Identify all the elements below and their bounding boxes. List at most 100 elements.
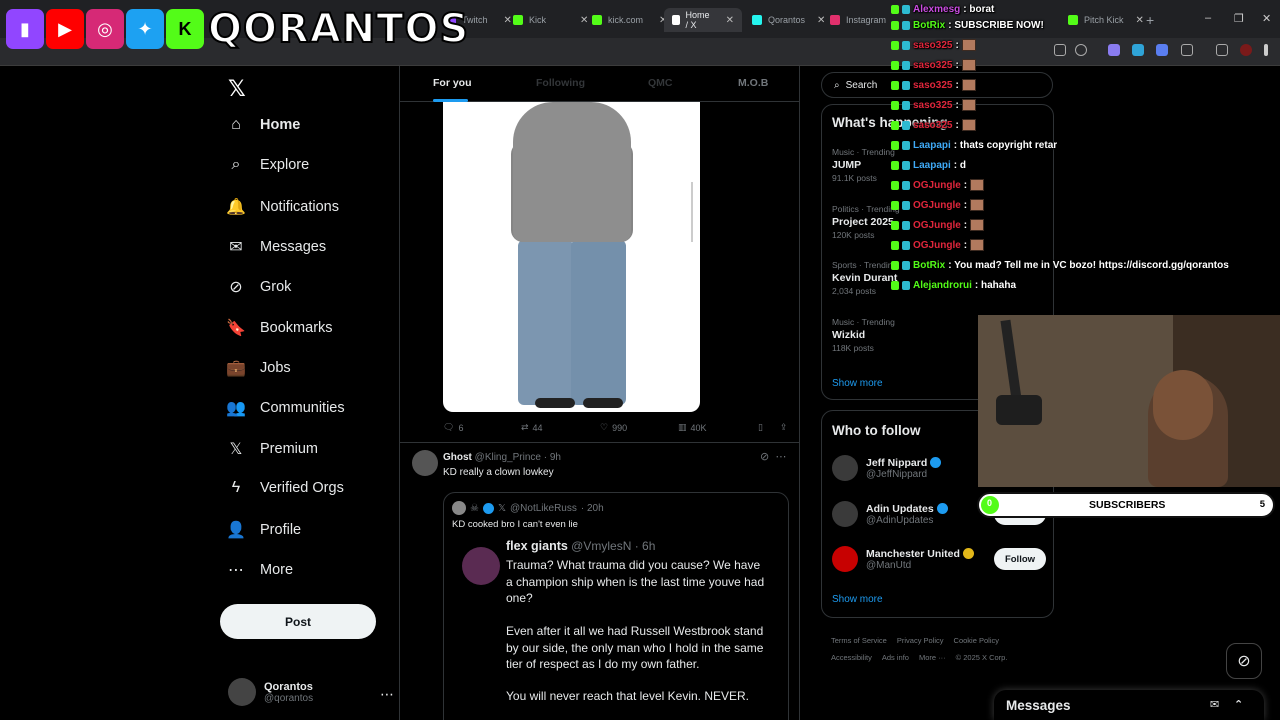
post-button[interactable]: Post: [220, 604, 376, 639]
chat-message-text: : SUBSCRIBE NOW!: [948, 19, 1044, 31]
footer-link[interactable]: More ···: [919, 653, 946, 662]
footer-link[interactable]: Ads info: [882, 653, 909, 662]
extensions-puzzle-icon[interactable]: [1181, 44, 1193, 56]
grok-analyze-icon[interactable]: ⊘: [760, 451, 769, 463]
chat-username[interactable]: OGJungle: [913, 180, 961, 191]
tab-for-you[interactable]: For you: [433, 77, 472, 89]
chat-username[interactable]: saso325: [913, 40, 952, 51]
nav-item-notifications[interactable]: 🔔 Notifications: [226, 197, 339, 217]
nav-item-communities[interactable]: 👥 Communities: [226, 398, 345, 418]
footer-link[interactable]: Terms of Service: [831, 636, 887, 645]
follow-button[interactable]: Follow: [994, 548, 1046, 570]
nav-item-bookmarks[interactable]: 🔖 Bookmarks: [226, 318, 333, 338]
browser-tab-instagram[interactable]: Instagram: [822, 8, 894, 32]
chat-username[interactable]: OGJungle: [913, 220, 961, 231]
grok-button[interactable]: ⊘: [1226, 643, 1262, 679]
show-more-link[interactable]: Show more: [832, 594, 883, 605]
follow-suggestion[interactable]: Jeff Nippard @JeffNippard: [832, 455, 942, 481]
grok-icon: ⊘: [229, 279, 243, 296]
more-icon[interactable]: ⋯: [775, 451, 786, 463]
chat-username[interactable]: saso325: [913, 120, 952, 131]
quoted-tweet[interactable]: ☠ 𝕏 @NotLikeRuss · 20h KD cooked bro I c…: [443, 492, 789, 720]
expand-icon[interactable]: ⌃: [1234, 698, 1243, 711]
chat-username[interactable]: BotRix: [913, 20, 945, 31]
browser-tab-kick-com[interactable]: kick.com✕: [584, 8, 675, 32]
browser-tab-qorantos[interactable]: Qorantos ✕: [744, 8, 833, 32]
tweet-author-name[interactable]: Ghost: [443, 452, 472, 463]
verified-badge-icon: [936, 503, 948, 515]
chat-badge-icon: [902, 60, 910, 70]
footer-link[interactable]: Accessibility: [831, 653, 872, 662]
account-switcher[interactable]: Qorantos @qorantos ⋯: [228, 678, 394, 706]
lightning-icon: ϟ: [231, 479, 241, 496]
follow-suggestion[interactable]: Manchester United @ManUtd: [832, 546, 974, 572]
heart-icon: ♡: [600, 422, 609, 432]
avatar[interactable]: [412, 450, 438, 476]
chat-username[interactable]: Laapapi: [913, 140, 951, 151]
media-controls-icon[interactable]: [1216, 44, 1228, 56]
nav-item-home[interactable]: ⌂ Home: [226, 116, 300, 134]
chat-message: saso325:: [891, 56, 976, 74]
tweet-time[interactable]: · 9h: [544, 452, 561, 463]
chat-username[interactable]: saso325: [913, 60, 952, 71]
new-message-icon[interactable]: ✉: [1210, 698, 1219, 711]
kick-badge-icon: [891, 260, 899, 270]
nav-item-premium[interactable]: 𝕏 Premium: [226, 439, 318, 459]
repost-button[interactable]: ⇄ 44: [521, 422, 543, 433]
chat-username[interactable]: saso325: [913, 100, 952, 111]
chat-username[interactable]: BotRix: [913, 260, 945, 271]
extension-icon[interactable]: [1132, 44, 1144, 56]
like-button[interactable]: ♡ 990: [600, 422, 627, 433]
profile-avatar-icon[interactable]: [1240, 44, 1252, 56]
tab-following[interactable]: Following: [536, 77, 585, 89]
chat-username[interactable]: Alexmesg: [913, 4, 960, 15]
browser-tab-home-x[interactable]: Home / X ✕: [664, 8, 742, 32]
trend-item[interactable]: Politics · Trending Project 2025 120K po…: [832, 204, 900, 240]
chat-badge-icon: [902, 4, 910, 14]
close-window-icon[interactable]: ✕: [1262, 12, 1271, 25]
chat-username[interactable]: OGJungle: [913, 240, 961, 251]
x-logo-icon[interactable]: 𝕏: [228, 76, 246, 102]
kick-logo-icon: K: [166, 9, 204, 49]
trend-item[interactable]: Music · Trending Wizkid 118K posts: [832, 317, 895, 353]
browser-menu-icon[interactable]: [1264, 44, 1268, 56]
bookmark-icon: ▯: [758, 422, 763, 432]
footer-link[interactable]: Cookie Policy: [954, 636, 999, 645]
chat-username[interactable]: Alejandrorui: [913, 280, 972, 291]
close-tab-icon[interactable]: ✕: [726, 15, 734, 26]
messages-drawer[interactable]: Messages ✉ ⌃: [994, 690, 1264, 720]
nav-item-explore[interactable]: ⌕ Explore: [226, 156, 310, 174]
maximize-icon[interactable]: ❐: [1234, 12, 1244, 25]
share-button[interactable]: ⇪: [780, 422, 788, 433]
nav-item-more[interactable]: ⋯ More: [226, 560, 293, 580]
tab-qmc[interactable]: QMC: [648, 77, 673, 89]
chat-username[interactable]: saso325: [913, 80, 952, 91]
views-button[interactable]: ▥ 40K: [678, 422, 707, 433]
browser-tab-kick[interactable]: Kick ✕: [505, 8, 596, 32]
account-more-icon[interactable]: ⋯: [380, 686, 394, 703]
trend-item[interactable]: Music · Trending JUMP 91.1K posts: [832, 147, 895, 183]
nav-item-profile[interactable]: 👤 Profile: [226, 520, 301, 540]
chat-username[interactable]: OGJungle: [913, 200, 961, 211]
new-tab-button[interactable]: +: [1138, 8, 1162, 32]
footer-link[interactable]: Privacy Policy: [897, 636, 944, 645]
tweet-author-handle[interactable]: @Kling_Prince: [475, 452, 541, 463]
minimize-icon[interactable]: –: [1205, 12, 1211, 24]
follow-suggestion[interactable]: Adin Updates @AdinUpdates: [832, 501, 948, 527]
tab-mob[interactable]: M.O.B: [738, 77, 768, 89]
chat-username[interactable]: Laapapi: [913, 160, 951, 171]
bookmark-star-icon[interactable]: [1075, 44, 1087, 56]
post-media-image[interactable]: [443, 102, 700, 412]
reply-button[interactable]: 🗨 6: [443, 422, 463, 433]
nav-item-jobs[interactable]: 💼 Jobs: [226, 358, 291, 378]
nav-item-grok[interactable]: ⊘ Grok: [226, 277, 291, 297]
nav-item-messages[interactable]: ✉ Messages: [226, 237, 326, 257]
install-icon[interactable]: [1054, 44, 1066, 56]
show-more-link[interactable]: Show more: [832, 378, 883, 389]
trend-item[interactable]: Sports · Trending Kevin Durant 2,034 pos…: [832, 260, 897, 296]
nav-item-verified-orgs[interactable]: ϟ Verified Orgs: [226, 479, 344, 497]
bookmark-button[interactable]: ▯: [758, 422, 763, 433]
extension-icon[interactable]: [1108, 44, 1120, 56]
reply-icon: 🗨: [443, 422, 455, 432]
extension-icon[interactable]: [1156, 44, 1168, 56]
